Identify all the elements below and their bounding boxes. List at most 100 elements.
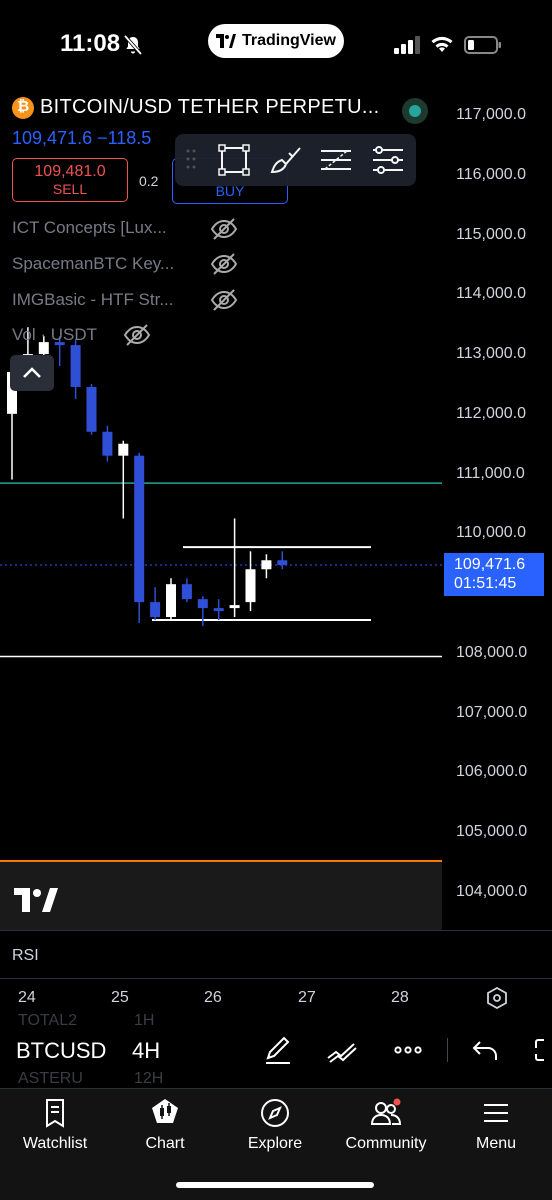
tradingview-logo-icon xyxy=(216,34,237,48)
nav-label: Menu xyxy=(475,1135,517,1152)
eye-off-icon[interactable] xyxy=(210,217,238,241)
tradingview-badge-text: TradingView xyxy=(242,32,336,49)
price-tick: 113,000.0 xyxy=(456,345,526,363)
price-tick: 115,000.0 xyxy=(456,225,526,243)
nav-chart[interactable]: Chart xyxy=(110,1089,220,1169)
nav-label: Community xyxy=(345,1135,427,1152)
symbol-selector[interactable]: BTCUSD xyxy=(16,1038,106,1064)
candle-body xyxy=(102,431,113,456)
time-tick: 28 xyxy=(391,989,409,1006)
time-tick: 27 xyxy=(298,989,316,1006)
candle-body xyxy=(150,602,161,618)
status-time: 11:08 xyxy=(60,30,121,57)
trendline-tool-icon[interactable] xyxy=(326,1034,358,1066)
more-icon[interactable] xyxy=(392,1034,424,1066)
bar-countdown: 01:51:45 xyxy=(454,575,517,592)
hexagon-settings-icon[interactable] xyxy=(486,987,508,1009)
price-tick: 112,000.0 xyxy=(456,404,526,422)
sell-price: 109,481.0 xyxy=(34,163,106,180)
ghost-symbol-above: TOTAL2 xyxy=(18,1014,77,1029)
price-tick: 108,000.0 xyxy=(456,643,528,661)
candle-body xyxy=(229,605,240,609)
bitcoin-icon xyxy=(12,96,34,119)
candle-body xyxy=(261,560,272,570)
chart-icon xyxy=(152,1099,178,1123)
settings-list-icon[interactable] xyxy=(371,144,405,176)
price-tick: 114,000.0 xyxy=(456,285,526,303)
market-status-icon[interactable] xyxy=(402,98,428,124)
indicator-spacemanbtc[interactable]: SpacemanBTC Key... xyxy=(12,254,174,274)
nav-community[interactable]: Community xyxy=(331,1089,441,1169)
community-icon xyxy=(370,1098,402,1125)
price-tick: 110,000.0 xyxy=(456,524,526,542)
price-tick: 117,000.0 xyxy=(456,106,526,123)
ghost-interval-above: 1H xyxy=(134,1014,155,1029)
time-axis[interactable]: 24 25 26 27 28 xyxy=(0,978,552,1014)
tradingview-logo-icon xyxy=(14,888,58,912)
price-tick: 105,000.0 xyxy=(456,823,528,841)
price-chart[interactable] xyxy=(0,90,442,855)
nav-label: Chart xyxy=(145,1135,185,1152)
nav-label: Watchlist xyxy=(22,1135,88,1152)
price-tick: 116,000.0 xyxy=(456,165,526,183)
symbol-title[interactable]: BITCOIN/USD TETHER PERPETU... xyxy=(40,96,379,119)
symbol-header[interactable]: BITCOIN/USD TETHER PERPETU... xyxy=(12,96,379,119)
drawing-toolbar[interactable] xyxy=(175,134,416,186)
fullscreen-icon[interactable] xyxy=(530,1034,552,1066)
undo-icon[interactable] xyxy=(470,1034,502,1066)
candle-body xyxy=(86,386,97,432)
collapse-legend-button[interactable] xyxy=(10,355,54,391)
indicator-volume[interactable]: Vol · USDT xyxy=(12,325,97,345)
last-price-value: 109,471.6 xyxy=(454,556,526,573)
home-indicator[interactable] xyxy=(176,1182,374,1188)
cellular-signal-icon xyxy=(394,36,420,54)
tradingview-badge[interactable]: TradingView xyxy=(208,24,344,58)
indicator-imgbasic[interactable]: IMGBasic - HTF Str... xyxy=(12,290,174,310)
nav-menu[interactable]: Menu xyxy=(441,1089,551,1169)
nav-watchlist[interactable]: Watchlist xyxy=(0,1089,110,1169)
indicator-ict-concepts[interactable]: ICT Concepts [Lux... xyxy=(12,218,167,238)
sell-button[interactable]: 109,481.0 SELL xyxy=(12,158,128,202)
eye-off-icon[interactable] xyxy=(123,323,151,347)
drag-handle-icon[interactable] xyxy=(185,148,197,170)
price-change: 109,471.6 −118.5 xyxy=(12,128,152,148)
rsi-pane[interactable]: RSI xyxy=(0,930,552,978)
rectangle-select-icon[interactable] xyxy=(217,144,251,176)
nav-label: Explore xyxy=(247,1135,303,1152)
candle-body xyxy=(213,608,224,612)
time-tick: 24 xyxy=(18,989,36,1006)
ghost-interval-below: 12H xyxy=(134,1070,164,1087)
brush-icon[interactable] xyxy=(269,144,303,176)
candle-body xyxy=(166,584,176,618)
ghost-symbol-below: ASTERU xyxy=(18,1070,83,1087)
price-tick: 104,000.0 xyxy=(456,883,528,900)
time-tick: 26 xyxy=(204,989,222,1006)
chevron-up-icon xyxy=(23,367,41,378)
eye-off-icon[interactable] xyxy=(210,288,238,312)
candle-body xyxy=(70,345,81,387)
spread-value: 0.2 xyxy=(139,173,159,189)
price-tick: 107,000.0 xyxy=(456,703,528,721)
rsi-label: RSI xyxy=(12,947,39,964)
pen-icon[interactable] xyxy=(262,1034,294,1066)
symbol-bar[interactable]: TOTAL2 1H BTCUSD 4H ASTERU 12H xyxy=(0,1014,552,1088)
battery-icon xyxy=(464,36,501,54)
eye-off-icon[interactable] xyxy=(210,252,238,276)
price-tick: 106,000.0 xyxy=(456,763,528,781)
sell-label: SELL xyxy=(52,181,88,197)
toolbar-separator xyxy=(447,1038,448,1062)
time-tick: 25 xyxy=(111,989,129,1006)
watchlist-icon xyxy=(46,1099,64,1128)
candle-body xyxy=(245,569,256,603)
last-price-label: 109,471.6 01:51:45 xyxy=(444,553,544,596)
interval-selector[interactable]: 4H xyxy=(132,1038,160,1064)
candle-body xyxy=(134,455,145,603)
candle-body xyxy=(277,560,288,566)
compass-icon xyxy=(261,1099,289,1127)
candle-body xyxy=(118,443,129,456)
fib-retracement-icon[interactable] xyxy=(319,144,353,176)
nav-explore[interactable]: Explore xyxy=(220,1089,330,1169)
price-axis[interactable]: 117,000.0 116,000.0 115,000.0 114,000.0 113,… xyxy=(442,90,552,930)
bell-off-icon xyxy=(123,34,143,56)
chart-canvas[interactable] xyxy=(0,90,442,855)
